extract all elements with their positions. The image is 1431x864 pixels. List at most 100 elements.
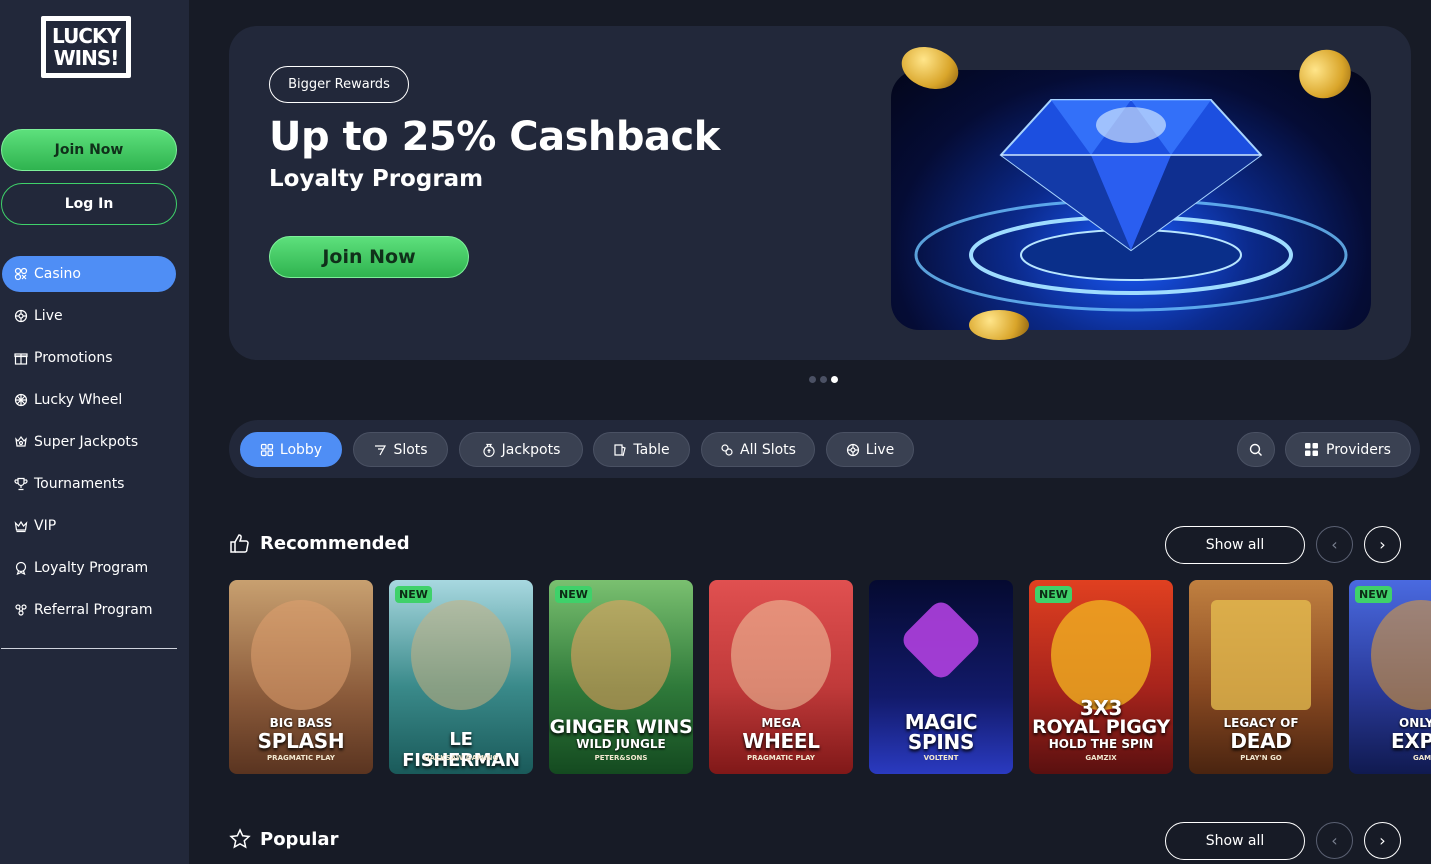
section-title: Popular [260, 828, 339, 850]
new-badge: NEW [555, 586, 592, 603]
game-provider: PRAGMATIC PLAY [267, 754, 335, 762]
game-art [898, 597, 984, 683]
tab-all-slots[interactable]: All Slots [701, 432, 815, 467]
game-art [571, 600, 671, 710]
chevron-right-icon: › [1379, 535, 1386, 554]
lucky-wins-logo[interactable]: LUCKY WINS! [41, 16, 131, 78]
crown-icon [14, 519, 28, 533]
game-tile[interactable]: NEW ONLY C EXPR GAMZI [1349, 580, 1431, 774]
hero-title: Up to 25% Cashback [269, 114, 720, 160]
game-title-sub: WILD JUNGLE [576, 737, 666, 751]
tab-lobby[interactable]: Lobby [240, 432, 342, 467]
recommended-show-all-button[interactable]: Show all [1165, 526, 1305, 564]
game-title-line2: DEAD [1230, 729, 1292, 753]
search-icon [1249, 443, 1262, 456]
carousel-dots [809, 376, 838, 383]
log-in-button[interactable]: Log In [1, 183, 177, 225]
sidebar-item-live[interactable]: Live [2, 298, 176, 334]
tab-label: All Slots [740, 441, 796, 458]
game-tile[interactable]: MAGIC SPINS VOLTENT [869, 580, 1013, 774]
sidebar-item-label: Referral Program [34, 602, 153, 618]
hero-subtitle: Loyalty Program [269, 166, 484, 192]
hero-banner[interactable]: Bigger Rewards Up to 25% Cashback Loyalt… [229, 26, 1411, 360]
join-now-button[interactable]: Join Now [1, 129, 177, 171]
game-title-line1: LEGACY OF [1223, 716, 1299, 730]
live-icon [14, 309, 28, 323]
recommended-prev-button[interactable]: ‹ [1316, 526, 1353, 563]
game-provider: PLAY'N GO [1240, 754, 1282, 762]
logo-line-1: LUCKY [52, 24, 121, 48]
carousel-dot-active[interactable] [831, 376, 838, 383]
carousel-dot[interactable] [820, 376, 827, 383]
game-tile[interactable]: NEW GINGER WINS WILD JUNGLE PETER&SONS [549, 580, 693, 774]
recommended-games-row: BIG BASS SPLASH PRAGMATIC PLAY NEW LE FI… [229, 580, 1431, 774]
game-title-line2: WHEEL [742, 729, 820, 753]
sidebar-item-label: Live [34, 308, 63, 324]
search-button[interactable] [1237, 432, 1275, 467]
tab-jackpots[interactable]: Jackpots [459, 432, 583, 467]
tab-label: Slots [393, 441, 428, 458]
sidebar-item-super-jackpots[interactable]: Super Jackpots [2, 424, 176, 460]
sidebar-item-lucky-wheel[interactable]: Lucky Wheel [2, 382, 176, 418]
logo-line-2: WINS! [53, 46, 120, 70]
game-tile[interactable]: NEW LE FISHERMAN HACKSAW GAMING [389, 580, 533, 774]
tab-label: Live [865, 441, 895, 458]
sidebar-item-loyalty-program[interactable]: Loyalty Program [2, 550, 176, 586]
popular-show-all-button[interactable]: Show all [1165, 822, 1305, 860]
thumbs-up-icon [230, 534, 249, 553]
sidebar-item-label: Tournaments [34, 476, 125, 492]
all-slots-icon [721, 443, 733, 456]
casino-icon [14, 267, 28, 281]
game-title-line2: EXPR [1391, 729, 1431, 753]
providers-button[interactable]: Providers [1285, 432, 1411, 467]
game-title-line2: GINGER WINS [549, 716, 693, 738]
game-provider: PETER&SONS [594, 754, 648, 762]
sidebar-nav: Casino Live Promotions Lucky Wheel Super… [2, 256, 176, 634]
game-title-sub: HOLD THE SPIN [1048, 737, 1154, 751]
carousel-dot[interactable] [809, 376, 816, 383]
loyalty-icon [14, 561, 28, 575]
game-title-line2: SPLASH [257, 729, 345, 753]
game-tile[interactable]: MEGA WHEEL PRAGMATIC PLAY [709, 580, 853, 774]
new-badge: NEW [1035, 586, 1072, 603]
sidebar-item-casino[interactable]: Casino [2, 256, 176, 292]
sidebar-item-vip[interactable]: VIP [2, 508, 176, 544]
game-art [1211, 600, 1311, 710]
game-title-line2: LE FISHERMAN [402, 729, 520, 771]
sidebar-item-label: Promotions [34, 350, 113, 366]
grid-icon [1305, 443, 1319, 456]
wheel-icon [14, 393, 28, 407]
recommended-header: Recommended [229, 532, 410, 554]
popular-header: Popular [229, 828, 338, 850]
hero-join-now-button[interactable]: Join Now [269, 236, 469, 278]
chevron-left-icon: ‹ [1331, 535, 1338, 554]
sidebar-item-promotions[interactable]: Promotions [2, 340, 176, 376]
recommended-next-button[interactable]: › [1364, 526, 1401, 563]
game-art [1051, 600, 1151, 710]
game-tile[interactable]: LEGACY OF DEAD PLAY'N GO [1189, 580, 1333, 774]
star-icon [229, 828, 251, 849]
tab-table[interactable]: Table [593, 432, 690, 467]
tab-live[interactable]: Live [826, 432, 914, 467]
trophy-icon [14, 477, 28, 491]
tab-slots[interactable]: Slots [353, 432, 448, 467]
game-art [731, 600, 831, 710]
sidebar-item-referral-program[interactable]: Referral Program [2, 592, 176, 628]
diamond-illustration [914, 99, 1348, 312]
game-title-line1: ONLY C [1399, 716, 1431, 730]
section-title: Recommended [260, 532, 410, 554]
tab-label: Table [633, 441, 670, 458]
game-art [1371, 600, 1431, 710]
sidebar-item-label: Loyalty Program [34, 560, 149, 576]
popular-next-button[interactable]: › [1364, 822, 1401, 859]
game-provider: VOLTENT [923, 754, 959, 762]
chevron-left-icon: ‹ [1331, 831, 1338, 850]
jackpot-icon [14, 435, 28, 449]
game-tile[interactable]: BIG BASS SPLASH PRAGMATIC PLAY [229, 580, 373, 774]
popular-prev-button[interactable]: ‹ [1316, 822, 1353, 859]
sidebar-item-tournaments[interactable]: Tournaments [2, 466, 176, 502]
sidebar-divider [1, 648, 177, 649]
coin-decoration [969, 310, 1029, 340]
game-tile[interactable]: NEW 3X3 ROYAL PIGGY HOLD THE SPIN GAMZIX [1029, 580, 1173, 774]
chevron-right-icon: › [1379, 831, 1386, 850]
